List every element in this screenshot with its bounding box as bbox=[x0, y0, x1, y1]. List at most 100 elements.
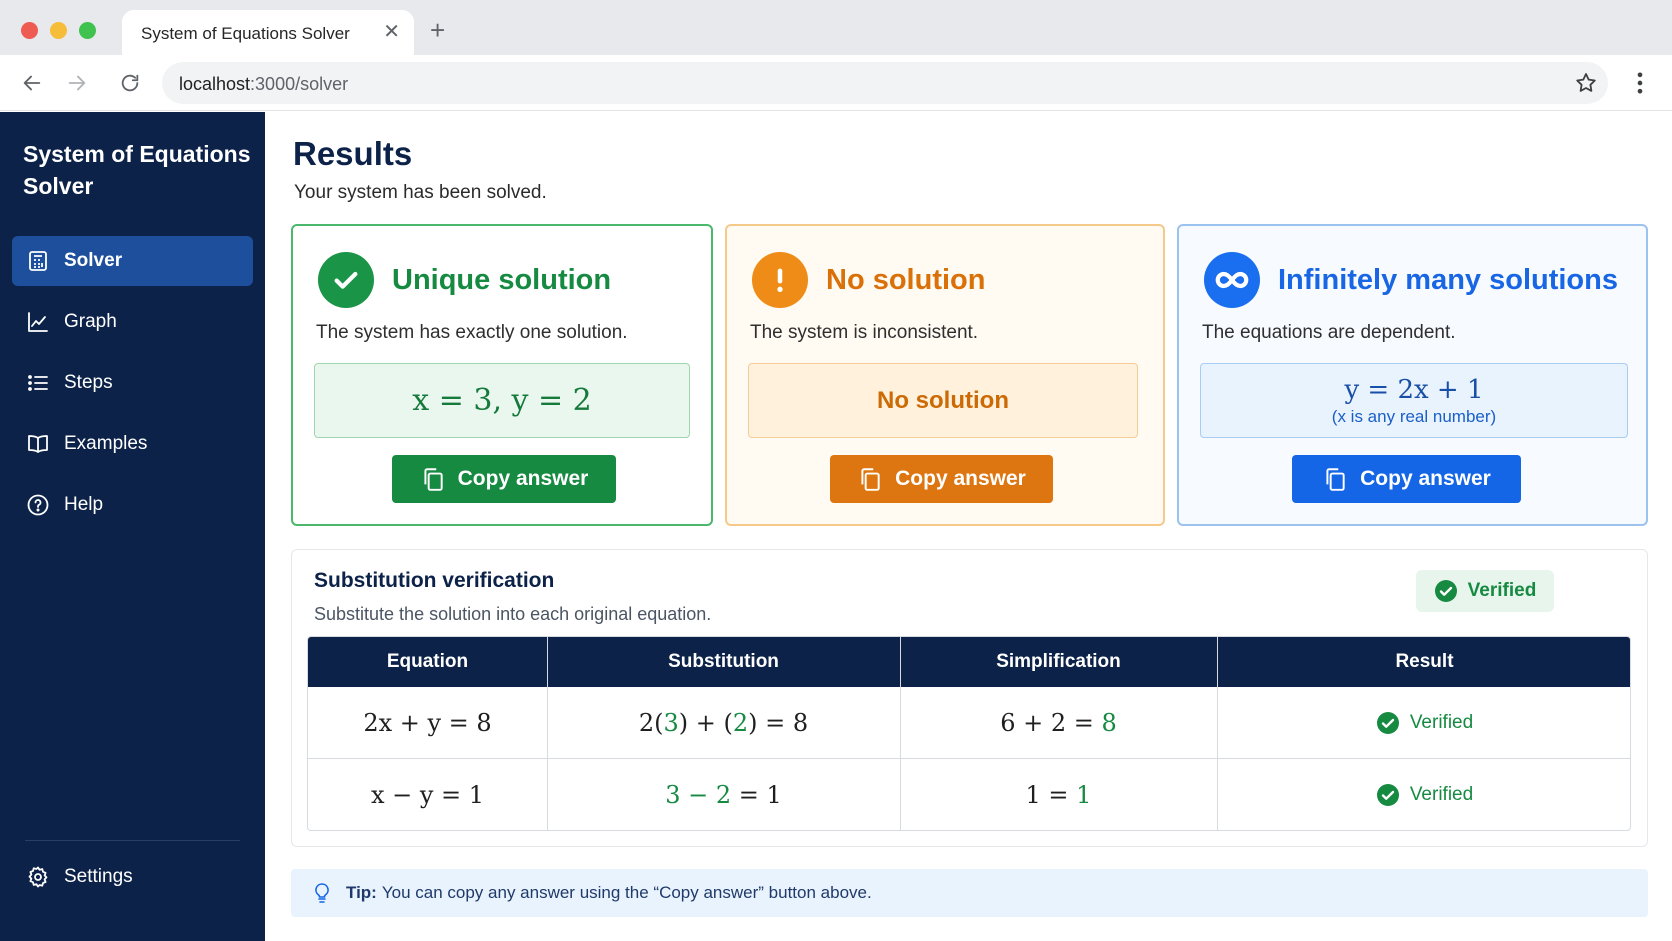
unique-solution-card: Unique solution The system has exactly o… bbox=[291, 224, 713, 526]
card-title: No solution bbox=[826, 264, 986, 296]
copy-icon bbox=[861, 468, 880, 491]
card-description: The system is inconsistent. bbox=[750, 322, 979, 343]
sidebar-divider bbox=[25, 840, 240, 841]
sidebar-item-label: Graph bbox=[64, 311, 117, 332]
sidebar-item-steps[interactable]: Steps bbox=[12, 358, 253, 408]
app-brand: System of Equations Solver bbox=[23, 141, 251, 199]
result-label: Verified bbox=[1409, 784, 1474, 805]
exclamation-circle-icon bbox=[752, 252, 808, 308]
substituted-value: 3 bbox=[663, 709, 679, 737]
sidebar: System of Equations Solver Solver Graph … bbox=[0, 112, 265, 941]
sidebar-item-help[interactable]: Help bbox=[12, 480, 253, 530]
verified-badge-label: Verified bbox=[1467, 580, 1537, 601]
tip-text: You can copy any answer using the “Copy … bbox=[381, 883, 872, 902]
tab-title: System of Equations Solver bbox=[141, 24, 350, 43]
answer-box: x = 3, y = 2 bbox=[314, 363, 690, 438]
card-description: The equations are dependent. bbox=[1202, 322, 1456, 343]
list-icon bbox=[28, 375, 48, 391]
browser-navbar: localhost:3000/solver bbox=[0, 55, 1672, 111]
gear-icon bbox=[28, 866, 48, 888]
new-tab-icon[interactable]: + bbox=[430, 17, 445, 43]
url-text: localhost:3000/solver bbox=[179, 74, 348, 95]
browser-titlebar: System of Equations Solver ✕ + bbox=[0, 0, 1672, 56]
sidebar-item-label: Steps bbox=[64, 372, 113, 393]
close-window-button[interactable] bbox=[21, 22, 38, 39]
tip-banner: Tip: You can copy any answer using the “… bbox=[291, 869, 1648, 917]
calculator-icon bbox=[29, 251, 47, 271]
simplification-left: 1 = bbox=[1025, 781, 1077, 809]
window-controls bbox=[21, 22, 96, 39]
equation-cell: x − y = 1 bbox=[370, 781, 485, 809]
sidebar-item-label: Help bbox=[64, 494, 104, 515]
sidebar-item-settings[interactable]: Settings bbox=[12, 852, 253, 902]
address-bar[interactable]: localhost:3000/solver bbox=[162, 62, 1608, 104]
browser-menu-icon[interactable] bbox=[1626, 69, 1654, 97]
infinity-icon bbox=[1204, 252, 1260, 308]
sidebar-item-solver[interactable]: Solver bbox=[12, 236, 253, 286]
column-divider bbox=[900, 637, 901, 830]
copy-answer-button[interactable]: Copy answer bbox=[1292, 455, 1521, 503]
sidebar-item-label: Solver bbox=[64, 250, 123, 271]
sidebar-item-examples[interactable]: Examples bbox=[12, 419, 253, 469]
check-circle-icon bbox=[1376, 712, 1399, 734]
substitution-part: ) + ( bbox=[678, 709, 733, 737]
copy-answer-button[interactable]: Copy answer bbox=[830, 455, 1053, 503]
infinite-solutions-card: Infinitely many solutions The equations … bbox=[1177, 224, 1648, 526]
copy-icon bbox=[1326, 468, 1345, 491]
simplification-right: 8 bbox=[1101, 709, 1117, 737]
url-host: localhost bbox=[179, 74, 251, 94]
substituted-value: 2 bbox=[732, 709, 749, 737]
sidebar-item-label: Settings bbox=[64, 866, 133, 887]
tip-label: Tip: bbox=[346, 883, 377, 902]
reload-icon[interactable] bbox=[114, 67, 146, 99]
substitution-part: ) = 8 bbox=[748, 709, 809, 737]
card-title: Infinitely many solutions bbox=[1278, 264, 1618, 296]
answer-box: No solution bbox=[748, 363, 1138, 438]
result-label: Verified bbox=[1409, 712, 1474, 733]
sidebar-item-graph[interactable]: Graph bbox=[12, 297, 253, 347]
substitution-verification-panel: Substitution verification Substitute the… bbox=[291, 549, 1648, 847]
table-row: 2x + y = 8 2(3) + (2) = 8 6 + 2 = 8 Veri… bbox=[308, 687, 1630, 759]
check-circle-icon bbox=[1376, 784, 1399, 806]
table-header: Equation Substitution Simplification Res… bbox=[308, 637, 1630, 687]
lightbulb-icon bbox=[315, 883, 329, 903]
substitution-cell: 2(3) + (2) = 8 bbox=[547, 687, 900, 759]
maximize-window-button[interactable] bbox=[79, 22, 96, 39]
column-header-simplification: Simplification bbox=[996, 651, 1121, 672]
copy-icon bbox=[424, 468, 443, 491]
substitution-cell: 3 − 2 = 1 bbox=[547, 759, 900, 830]
verification-title: Substitution verification bbox=[314, 569, 555, 592]
url-path: :3000/solver bbox=[250, 74, 349, 94]
result-cell: Verified bbox=[1217, 759, 1630, 830]
book-icon bbox=[28, 435, 48, 453]
answer-text: No solution bbox=[877, 386, 1009, 414]
tab-close-icon[interactable]: ✕ bbox=[383, 22, 400, 42]
copy-answer-button[interactable]: Copy answer bbox=[392, 455, 616, 503]
answer-note: (x is any real number) bbox=[1331, 406, 1497, 426]
answer-text: y = 2x + 1 bbox=[1344, 374, 1484, 405]
table-row: x − y = 1 3 − 2 = 1 1 = 1 Verified bbox=[308, 759, 1630, 830]
copy-answer-label: Copy answer bbox=[895, 467, 1026, 490]
bookmark-star-icon[interactable] bbox=[1574, 71, 1598, 95]
equation-cell: 2x + y = 8 bbox=[363, 709, 492, 737]
simplification-right: 1 bbox=[1076, 781, 1092, 809]
no-solution-card: No solution The system is inconsistent. … bbox=[725, 224, 1165, 526]
back-icon[interactable] bbox=[16, 67, 48, 99]
help-circle-icon bbox=[27, 494, 49, 516]
column-header-result: Result bbox=[1395, 651, 1454, 672]
substitution-part: = 1 bbox=[731, 781, 782, 809]
forward-icon[interactable] bbox=[61, 67, 93, 99]
page-title: Results bbox=[293, 135, 413, 172]
check-circle-icon bbox=[1434, 580, 1457, 602]
simplification-cell: 6 + 2 = 8 bbox=[900, 687, 1217, 759]
card-description: The system has exactly one solution. bbox=[316, 322, 628, 343]
substitution-part: 2( bbox=[638, 709, 664, 737]
copy-answer-label: Copy answer bbox=[457, 467, 589, 490]
result-cell: Verified bbox=[1217, 687, 1630, 759]
verification-table: Equation Substitution Simplification Res… bbox=[307, 636, 1631, 831]
browser-tab[interactable]: System of Equations Solver ✕ bbox=[122, 10, 414, 56]
check-circle-icon bbox=[318, 252, 374, 308]
simplification-left: 6 + 2 = bbox=[1000, 709, 1102, 737]
answer-text: x = 3, y = 2 bbox=[412, 383, 592, 418]
minimize-window-button[interactable] bbox=[50, 22, 67, 39]
